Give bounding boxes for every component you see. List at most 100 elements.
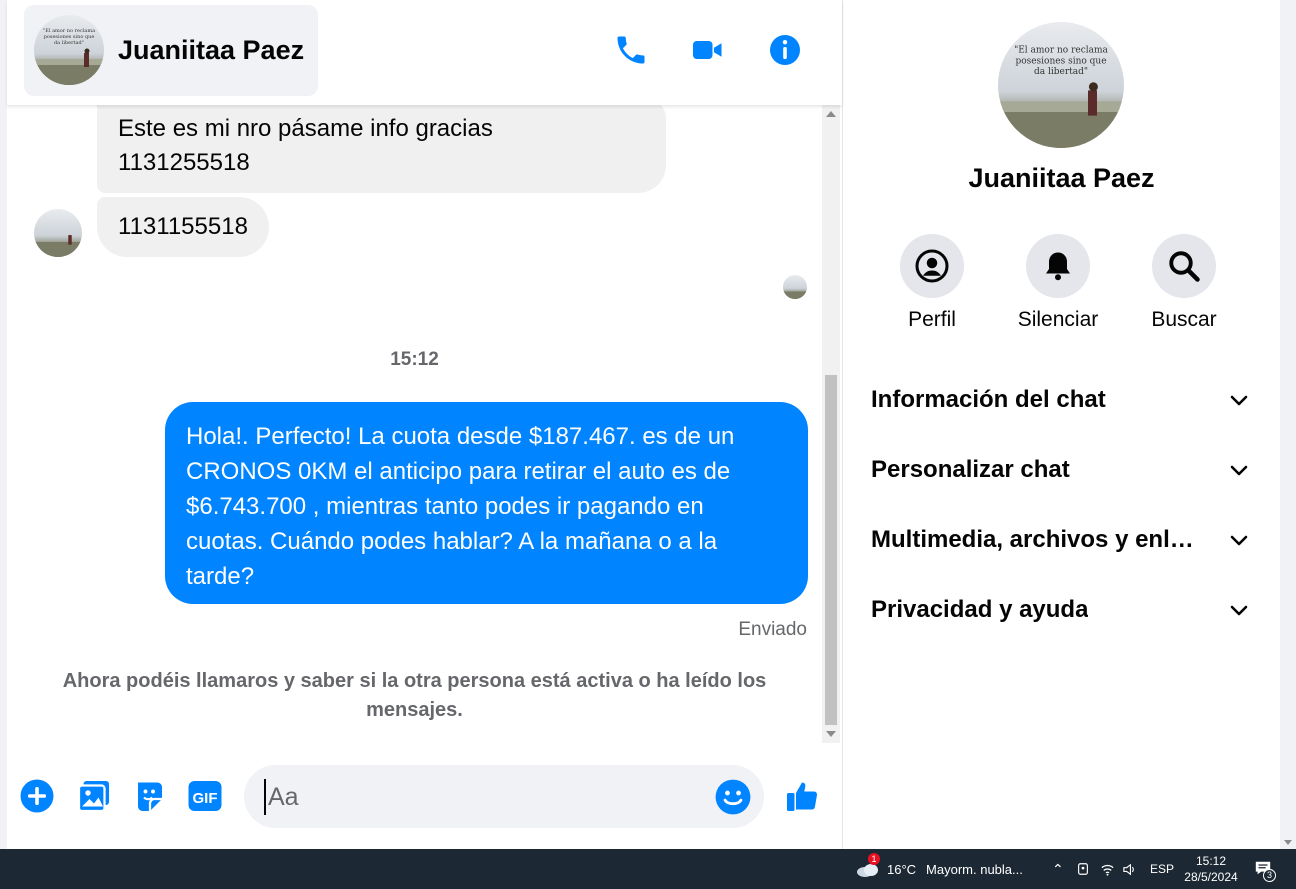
profile-action[interactable]: Perfil (882, 234, 982, 332)
meet-now-icon[interactable] (1076, 849, 1090, 889)
emoji-button[interactable] (714, 778, 752, 816)
action-label: Buscar (1151, 308, 1217, 331)
message-scrollbar[interactable] (822, 105, 840, 743)
sticker-icon (138, 782, 162, 811)
outgoing-message[interactable]: Hola!. Perfecto! La cuota desde $187.467… (165, 402, 808, 604)
cloud-icon: 1 (855, 853, 881, 879)
conversation-info-button[interactable] (765, 30, 805, 70)
section-label: Privacidad y ayuda (871, 596, 1089, 623)
chat-header: "El amor no reclama posesiones sino que … (7, 0, 842, 105)
svg-text:da libertad": da libertad" (54, 40, 84, 46)
message-input[interactable] (264, 779, 694, 815)
section-chat-info[interactable]: Información del chat (871, 380, 1251, 420)
action-label: Silenciar (1017, 308, 1099, 331)
thumbs-up-icon (787, 782, 818, 811)
message-list[interactable]: Este es mi nro pásame info gracias 11312… (7, 105, 822, 743)
plus-circle-icon (20, 779, 54, 813)
smiley-icon (715, 779, 751, 815)
conversation-details-panel: "El amor no reclama posesiones sino que … (843, 0, 1280, 849)
scroll-down-icon[interactable] (826, 731, 836, 737)
messenger-window: "El amor no reclama posesiones sino que … (0, 0, 1296, 849)
clock[interactable]: 15:12 28/5/2024 (1184, 849, 1238, 889)
profile-button[interactable] (900, 234, 964, 298)
message-text-line: tarde? (186, 563, 255, 590)
message-text: 1131255518 (118, 149, 250, 176)
tray-overflow-icon[interactable]: ⌃ (1052, 849, 1064, 889)
voice-call-button[interactable] (611, 30, 651, 70)
windows-taskbar: 1 16°C Mayorm. nubla... ⌃ ESP 15:12 28/5… (0, 849, 1296, 889)
video-call-button[interactable] (688, 30, 728, 70)
gif-icon: GIF (188, 781, 222, 811)
svg-text:GIF: GIF (193, 790, 218, 807)
notice-line: Ahora podéis llamaros y saber si la otra… (62, 670, 767, 692)
message-text: 1131155518 (118, 213, 248, 240)
profile-avatar[interactable]: "El amor no reclama posesiones sino que … (998, 22, 1124, 148)
message-input-container[interactable] (244, 765, 764, 828)
svg-text:da libertad": da libertad" (1034, 67, 1088, 77)
weather-widget[interactable]: 1 16°C Mayorm. nubla... (855, 849, 1023, 889)
section-label: Personalizar chat (871, 456, 1070, 483)
message-text-line: $6.743.700 , mientras tanto podes ir pag… (186, 493, 704, 520)
chevron-down-icon (1230, 395, 1248, 406)
phone-icon (617, 36, 645, 64)
contact-name: Juaniitaa Paez (118, 35, 305, 65)
sender-avatar[interactable] (34, 209, 82, 257)
seen-avatar (783, 275, 807, 299)
contact-button[interactable]: "El amor no reclama posesiones sino que … (24, 5, 318, 96)
bell-icon (1046, 252, 1070, 281)
incoming-message[interactable]: Este es mi nro pásame info gracias 11312… (97, 105, 666, 193)
time-separator: 15:12 (390, 349, 439, 370)
message-composer: GIF (7, 743, 842, 849)
section-customize-chat[interactable]: Personalizar chat (871, 450, 1251, 490)
mute-action[interactable]: Silenciar (1008, 234, 1108, 332)
profile-name: Juaniitaa Paez (968, 163, 1155, 193)
chevron-down-icon (1230, 465, 1248, 476)
notification-icon: 3 (1254, 859, 1276, 882)
contact-avatar: "El amor no reclama posesiones sino que … (34, 15, 104, 85)
weather-badge: 1 (868, 853, 880, 865)
photo-gallery-icon (77, 781, 109, 813)
message-text-line: CRONOS 0KM el anticipo para retirar el a… (186, 458, 731, 485)
incoming-message[interactable]: 1131155518 (97, 197, 269, 257)
profile-icon (915, 249, 949, 283)
message-text: Este es mi nro pásame info gracias (118, 115, 493, 142)
gif-button[interactable]: GIF (186, 777, 224, 815)
video-camera-icon (693, 41, 722, 59)
chat-panel: "El amor no reclama posesiones sino que … (0, 0, 843, 849)
more-actions-button[interactable] (18, 777, 56, 815)
search-button[interactable] (1152, 234, 1216, 298)
window-scrollbar[interactable] (1280, 0, 1296, 849)
message-text-line: cuotas. Cuándo podes hablar? A la mañana… (186, 528, 718, 555)
notice-text: Ahora podéis llamaros y saber si la otra… (47, 667, 782, 725)
section-label: Información del chat (871, 386, 1106, 413)
mute-button[interactable] (1026, 234, 1090, 298)
weather-text: Mayorm. nubla... (926, 861, 1023, 877)
clock-time: 15:12 (1195, 854, 1227, 868)
scroll-down-icon[interactable] (1284, 840, 1292, 845)
section-media-files[interactable]: Multimedia, archivos y enlaces (871, 520, 1251, 560)
message-text-line: Hola!. Perfecto! La cuota desde $187.467… (186, 423, 735, 450)
wifi-icon[interactable] (1100, 849, 1115, 889)
notification-count: 3 (1263, 869, 1276, 882)
scroll-up-icon[interactable] (826, 111, 836, 117)
notice-line: mensajes. (366, 699, 463, 721)
chevron-down-icon (1230, 535, 1248, 546)
notification-center-button[interactable]: 3 (1254, 849, 1276, 889)
svg-text:"El amor no reclama: "El amor no reclama (1014, 46, 1108, 56)
chevron-down-icon (1230, 605, 1248, 616)
delivery-status: Enviado (738, 619, 807, 640)
like-button[interactable] (783, 777, 821, 815)
svg-text:posesiones sino que: posesiones sino que (1015, 56, 1106, 66)
volume-icon[interactable] (1122, 849, 1137, 889)
scroll-thumb[interactable] (825, 375, 837, 725)
section-label: Multimedia, archivos y enlaces (871, 526, 1201, 553)
section-privacy-help[interactable]: Privacidad y ayuda (871, 590, 1251, 630)
search-action[interactable]: Buscar (1134, 234, 1234, 332)
temperature: 16°C (887, 861, 917, 877)
sticker-button[interactable] (131, 777, 169, 815)
info-icon (770, 35, 800, 65)
clock-date: 28/5/2024 (1184, 870, 1238, 884)
action-label: Perfil (908, 308, 956, 331)
attach-media-button[interactable] (75, 777, 113, 815)
language-indicator[interactable]: ESP (1150, 849, 1174, 889)
